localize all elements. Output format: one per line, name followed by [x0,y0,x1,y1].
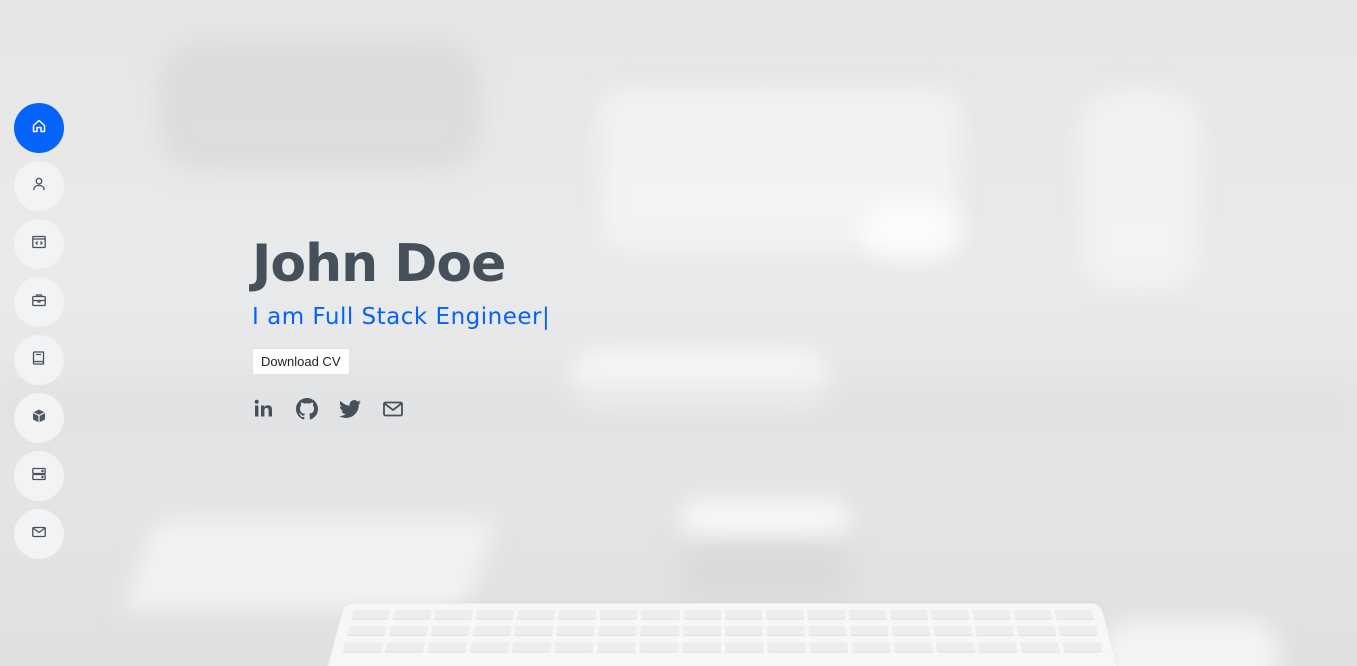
hero-tagline: I am Full Stack Engineer| [252,302,550,332]
envelope-icon [31,524,47,545]
sidebar-nav [14,103,64,559]
nav-experience-button[interactable] [14,277,64,327]
github-link[interactable] [295,398,318,425]
hero-content: John Doe I am Full Stack Engineer| Downl… [252,232,550,423]
background-blur [680,540,850,600]
book-icon [31,350,47,371]
background-blur [0,380,1357,440]
briefcase-icon [31,292,47,313]
background-blur [680,500,850,540]
code-window-icon [31,234,47,255]
tagline-text: I am Full Stack Engineer [252,304,542,330]
hero-name: John Doe [252,234,506,294]
typing-cursor: | [541,304,551,330]
envelope-icon [382,398,404,425]
github-icon [295,398,318,425]
background-blur [160,40,480,170]
nav-publications-button[interactable] [14,335,64,385]
email-link[interactable] [381,400,404,423]
nav-projects-button[interactable] [14,393,64,443]
keyboard-image [322,604,1123,666]
linkedin-icon [253,398,275,425]
social-links [252,398,550,425]
nav-contact-button[interactable] [14,509,64,559]
nav-home-button[interactable] [14,103,64,153]
background-blur [860,200,960,260]
server-icon [31,466,47,487]
background-blur [1080,90,1200,290]
hero-section: John Doe I am Full Stack Engineer| Downl… [0,0,1357,666]
box-icon [31,408,47,429]
background-blur [1100,620,1280,666]
home-icon [31,118,47,139]
twitter-icon [338,398,361,425]
nav-services-button[interactable] [14,451,64,501]
linkedin-link[interactable] [252,398,275,425]
person-icon [31,176,47,197]
nav-resume-button[interactable] [14,219,64,269]
download-cv-button[interactable]: Download CV [252,348,350,375]
background-blur [123,520,497,610]
nav-about-button[interactable] [14,161,64,211]
twitter-link[interactable] [338,400,361,423]
